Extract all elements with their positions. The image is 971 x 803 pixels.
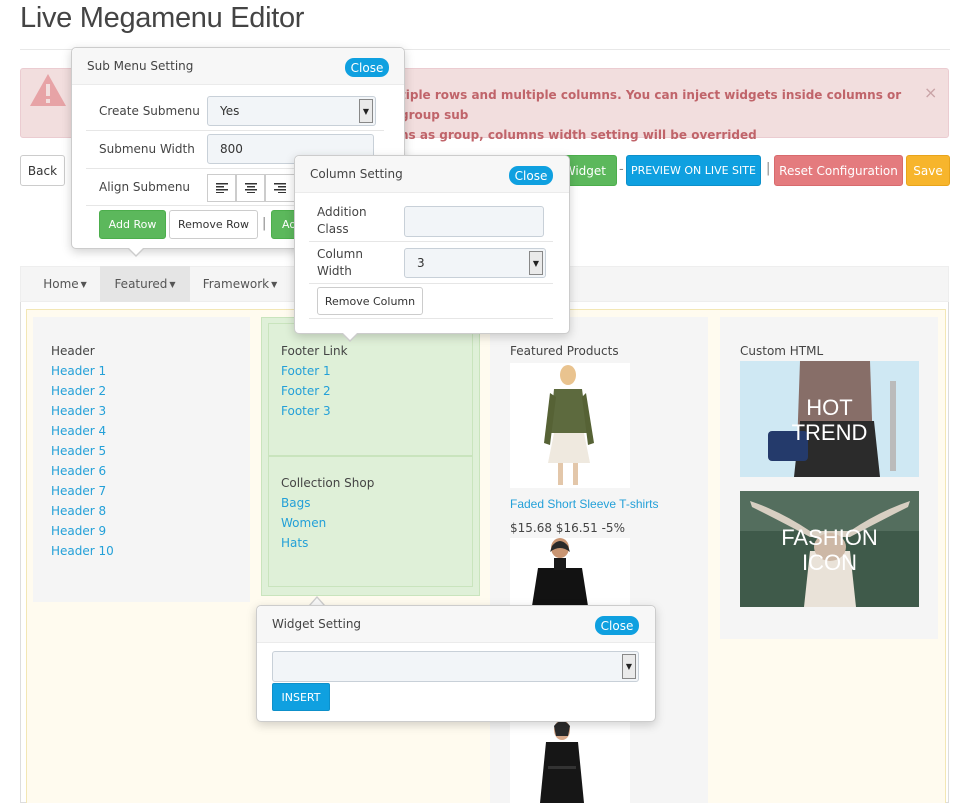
row-divider (309, 241, 553, 242)
dropdown-arrow-icon: ▼ (622, 654, 636, 679)
add-row-button[interactable]: Add Row (99, 210, 166, 239)
hot-trend-text: HOT TREND (740, 395, 919, 445)
header-link[interactable]: Header 9 (51, 524, 106, 538)
footer-link[interactable]: Footer 2 (281, 384, 331, 398)
reset-configuration-button[interactable]: Reset Configuration (774, 155, 903, 186)
banner-line: FASHION (781, 525, 878, 550)
addition-class-label: Addition Class (317, 204, 367, 238)
product-image-2[interactable] (510, 538, 630, 606)
align-submenu-label: Align Submenu (99, 180, 191, 194)
select-value: Yes (220, 104, 240, 118)
page-title: Live Megamenu Editor (20, 2, 305, 34)
popover-caret-inner (343, 333, 357, 340)
column-width-select[interactable]: 3 ▼ (404, 248, 546, 278)
select-value: 3 (417, 256, 425, 270)
caret-down-icon: ▼ (80, 279, 87, 289)
submenu-pipe: | (262, 216, 267, 231)
submenu-close-button[interactable]: Close (345, 58, 389, 77)
row-divider (309, 283, 553, 284)
align-left-icon[interactable] (207, 174, 236, 202)
toolbar-separator: - (619, 162, 624, 177)
caret-down-icon: ▼ (169, 279, 176, 289)
footer-link-title: Footer Link (281, 344, 348, 358)
dropdown-arrow-icon: ▼ (359, 99, 373, 123)
header-link[interactable]: Header 5 (51, 444, 106, 458)
create-submenu-label: Create Submenu (99, 104, 200, 118)
header-column-title: Header (51, 344, 95, 358)
header-link[interactable]: Header 8 (51, 504, 106, 518)
nav-label: Featured (114, 277, 168, 291)
header-link[interactable]: Header 4 (51, 424, 106, 438)
nav-label: Framework (202, 277, 270, 291)
banner-line: TREND (791, 420, 868, 445)
column-close-button[interactable]: Close (509, 166, 553, 185)
widget-setting-title: Widget Setting (272, 617, 362, 631)
product-image-3[interactable] (510, 720, 630, 803)
warning-icon (30, 74, 66, 106)
header-link[interactable]: Header 6 (51, 464, 106, 478)
header-link[interactable]: Header 1 (51, 364, 106, 378)
toolbar-pipe: | (766, 161, 771, 176)
collection-link[interactable]: Bags (281, 496, 310, 510)
preview-live-site-button[interactable]: PREVIEW ON LIVE SITE (626, 155, 761, 186)
back-button[interactable]: Back (20, 155, 65, 186)
product-image-1[interactable] (510, 363, 630, 488)
header-link[interactable]: Header 10 (51, 544, 114, 558)
alert-text-line-1: tiple rows and multiple columns. You can… (400, 88, 902, 122)
label-line: Addition (317, 205, 367, 219)
submenu-width-label: Submenu Width (99, 142, 195, 156)
footer-link[interactable]: Footer 1 (281, 364, 331, 378)
nav-item-framework[interactable]: Framework ▼ (190, 266, 290, 302)
alert-text-line-2: ns as group, columns width setting will … (400, 128, 757, 142)
header-column[interactable] (33, 317, 250, 602)
save-button[interactable]: Save (906, 155, 950, 186)
collection-shop-title: Collection Shop (281, 476, 375, 490)
footer-link[interactable]: Footer 3 (281, 404, 331, 418)
remove-column-button[interactable]: Remove Column (317, 287, 423, 315)
custom-html-title: Custom HTML (740, 344, 824, 358)
nav-item-featured[interactable]: Featured ▼ (100, 266, 190, 302)
popover-caret-inner (129, 248, 143, 255)
column-setting-title: Column Setting (310, 167, 403, 181)
row-divider (86, 130, 384, 131)
header-link[interactable]: Header 3 (51, 404, 106, 418)
dropdown-arrow-icon: ▼ (529, 251, 543, 275)
widget-close-button[interactable]: Close (595, 616, 639, 635)
insert-button[interactable]: INSERT (272, 683, 330, 711)
label-line: Width (317, 264, 352, 278)
column-width-label: Column Width (317, 246, 363, 280)
addition-class-input[interactable] (404, 206, 544, 237)
align-center-icon[interactable] (236, 174, 265, 202)
submenu-setting-title: Sub Menu Setting (87, 59, 194, 73)
product-link[interactable]: Faded Short Sleeve T-shirts (510, 497, 659, 511)
remove-row-button[interactable]: Remove Row (169, 210, 258, 239)
label-line: Column (317, 247, 363, 261)
alert-close-icon[interactable]: × (924, 83, 937, 102)
alert-text: tiple rows and multiple columns. You can… (400, 85, 920, 145)
nav-item-home[interactable]: Home ▼ (30, 266, 100, 302)
align-right-icon[interactable] (265, 174, 295, 202)
collection-link[interactable]: Women (281, 516, 326, 530)
featured-products-title: Featured Products (510, 344, 619, 358)
row-divider (309, 318, 553, 319)
caret-down-icon: ▼ (271, 279, 278, 289)
fashion-icon-text: FASHION ICON (740, 525, 919, 575)
nav-label: Home (43, 277, 79, 291)
banner-line: HOT (806, 395, 853, 420)
label-line: Class (317, 222, 349, 236)
banner-line: ICON (802, 550, 857, 575)
widget-select[interactable]: ▼ (272, 651, 639, 682)
header-link[interactable]: Header 7 (51, 484, 106, 498)
product-price: $15.68 $16.51 -5% (510, 521, 625, 535)
collection-link[interactable]: Hats (281, 536, 308, 550)
header-link[interactable]: Header 2 (51, 384, 106, 398)
create-submenu-select[interactable]: Yes ▼ (207, 96, 376, 126)
